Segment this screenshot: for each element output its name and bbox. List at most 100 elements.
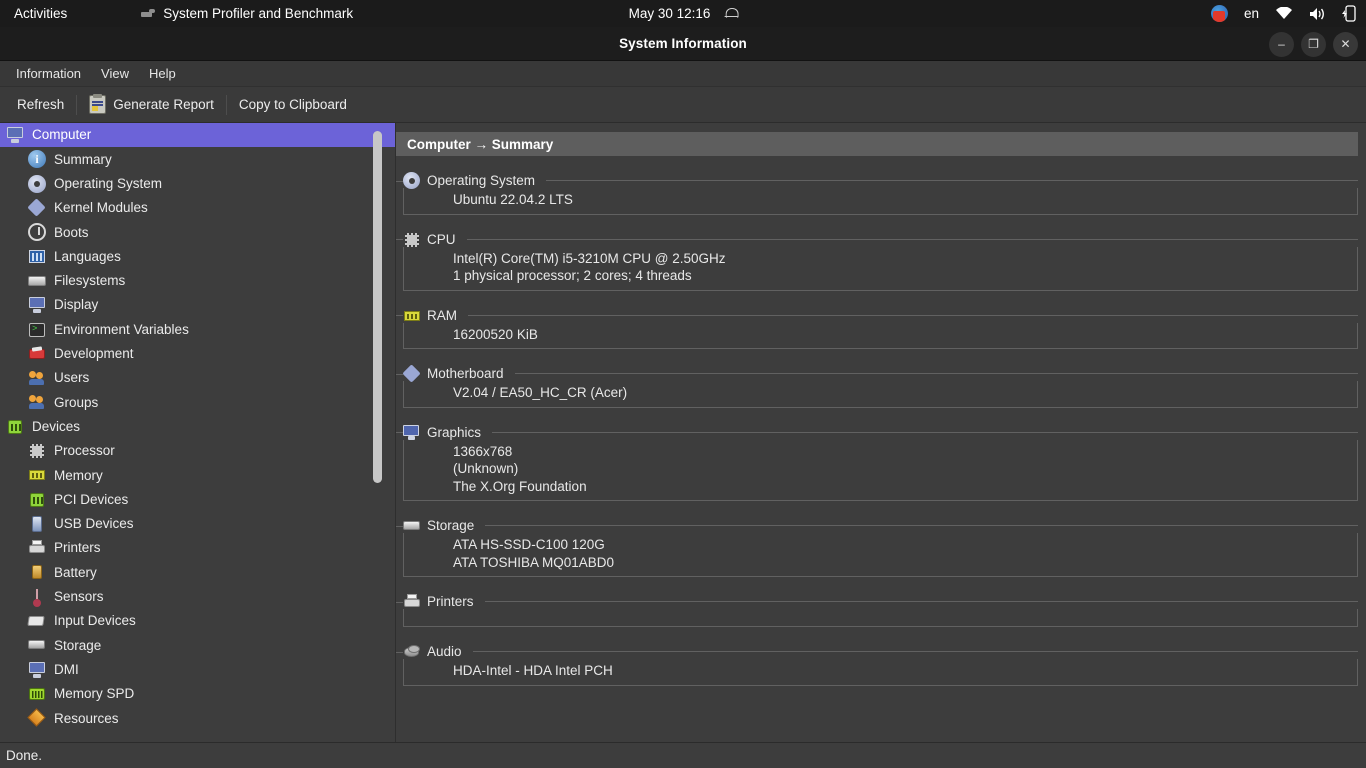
info-group-body: 16200520 KiB: [403, 322, 1358, 349]
sidebar-item-label: Memory SPD: [54, 686, 135, 702]
sidebar-item-sensors[interactable]: Sensors: [0, 585, 395, 609]
info-group: Storage ATA HS-SSD-C100 120G ATA TOSHIBA M…: [396, 517, 1358, 577]
info-group-legend: RAM: [396, 307, 1358, 324]
input-device-icon: [27, 612, 46, 630]
sidebar-item-storage[interactable]: Storage: [0, 633, 395, 657]
sidebar-item-boots[interactable]: Boots: [0, 220, 395, 244]
sidebar-item-devices[interactable]: Devices: [0, 415, 395, 439]
battery-icon: [28, 563, 46, 581]
sidebar-item-label: Sensors: [54, 589, 104, 605]
sidebar-list: Computer Summary Operating System Kernel Mo…: [0, 123, 395, 730]
info-group-title: Operating System: [427, 173, 536, 188]
menu-item-help[interactable]: Help: [141, 63, 184, 84]
sidebar-item-memory-spd[interactable]: Memory SPD: [0, 682, 395, 706]
battery-icon[interactable]: [1342, 5, 1356, 22]
refresh-button[interactable]: Refresh: [8, 93, 73, 116]
active-app-indicator[interactable]: System Profiler and Benchmark: [141, 6, 353, 21]
diamond-icon: [402, 364, 421, 383]
wifi-icon[interactable]: [1275, 6, 1293, 20]
notification-badge-icon[interactable]: [1210, 5, 1228, 22]
generate-report-button[interactable]: Generate Report: [80, 91, 223, 118]
sidebar-item-label: DMI: [54, 661, 79, 677]
terminal-icon: [28, 321, 46, 339]
devices-chip-icon: [6, 418, 24, 436]
menu-item-view[interactable]: View: [93, 63, 137, 84]
copy-to-clipboard-button[interactable]: Copy to Clipboard: [230, 93, 356, 116]
sidebar-item-kernel-modules[interactable]: Kernel Modules: [0, 196, 395, 220]
volume-icon[interactable]: [1309, 7, 1326, 21]
sidebar-item-development[interactable]: Development: [0, 342, 395, 366]
info-group-legend: Operating System: [396, 172, 1358, 189]
maximize-button[interactable]: ❐: [1301, 31, 1326, 57]
sidebar-item-label: Languages: [54, 248, 121, 264]
sidebar-item-memory[interactable]: Memory: [0, 463, 395, 487]
sidebar-item-operating-system[interactable]: Operating System: [0, 172, 395, 196]
sidebar-item-filesystems[interactable]: Filesystems: [0, 269, 395, 293]
sidebar-item-label: Input Devices: [54, 613, 136, 629]
sidebar-item-label: Users: [54, 370, 90, 386]
report-icon: [89, 94, 107, 114]
sidebar-item-summary[interactable]: Summary: [0, 147, 395, 171]
info-line: Intel(R) Core(TM) i5-3210M CPU @ 2.50GHz: [453, 250, 726, 266]
info-group-title: Audio: [427, 644, 462, 659]
info-line: ATA HS-SSD-C100 120G: [453, 537, 605, 552]
gear-icon: [28, 174, 46, 193]
info-group: Motherboard V2.04 / EA50_HC_CR (Acer): [396, 364, 1358, 408]
sidebar-item-input-devices[interactable]: Input Devices: [0, 609, 395, 633]
sensor-icon: [28, 588, 46, 607]
legend-rule: [466, 238, 1358, 240]
info-icon: [28, 150, 46, 169]
sidebar-item-printers[interactable]: Printers: [0, 536, 395, 560]
info-group-legend: CPU: [396, 231, 1358, 248]
sidebar-item-label: USB Devices: [54, 516, 134, 532]
info-group-title: Storage: [427, 518, 475, 533]
sidebar-item-usb-devices[interactable]: USB Devices: [0, 512, 395, 536]
sidebar-item-processor[interactable]: Processor: [0, 439, 395, 463]
audio-icon: [403, 643, 420, 660]
legend-rule: [472, 651, 1358, 652]
bell-icon: [724, 7, 739, 21]
sidebar-item-dmi[interactable]: DMI: [0, 658, 395, 682]
sidebar-item-label: Storage: [54, 637, 102, 653]
sidebar-item-label: Kernel Modules: [54, 200, 148, 216]
info-group-body: HDA-Intel - HDA Intel PCH: [403, 659, 1358, 686]
system-tray: en: [1210, 0, 1356, 27]
window-title: System Information: [619, 36, 747, 51]
sidebar-item-users[interactable]: Users: [0, 366, 395, 390]
sidebar-item-languages[interactable]: Languages: [0, 244, 395, 268]
toolbar: Refresh Generate Report Copy to Clipboar…: [0, 87, 1366, 123]
menu-item-information[interactable]: Information: [8, 63, 89, 84]
sidebar-item-environment-variables[interactable]: Environment Variables: [0, 317, 395, 341]
legend-rule: [484, 601, 1358, 602]
legend-rule: [492, 431, 1358, 433]
sidebar-item-display[interactable]: Display: [0, 293, 395, 317]
info-line: 16200520 KiB: [453, 326, 538, 342]
generate-report-label: Generate Report: [113, 97, 214, 112]
monitor-icon: [28, 661, 46, 679]
sidebar-item-battery[interactable]: Battery: [0, 560, 395, 584]
sidebar-scrollbar-thumb[interactable]: [373, 131, 382, 483]
sidebar-item-pci-devices[interactable]: PCI Devices: [0, 487, 395, 511]
language-icon: [28, 248, 46, 266]
sidebar-item-label: Summary: [54, 151, 112, 167]
toolbar-separator: [225, 94, 227, 115]
sidebar-item-groups[interactable]: Groups: [0, 390, 395, 414]
power-icon: [28, 223, 46, 242]
navigation-sidebar[interactable]: Computer Summary Operating System Kernel Mo…: [0, 123, 396, 742]
window-body: Computer Summary Operating System Kernel Mo…: [0, 123, 1366, 742]
sidebar-item-resources[interactable]: Resources: [0, 706, 395, 730]
legend-rule: [468, 314, 1358, 316]
close-button[interactable]: ✕: [1333, 31, 1358, 57]
clock-menu[interactable]: May 30 12:16: [629, 6, 739, 21]
info-group-body: 1366x768 (Unknown) The X.Org Foundation: [403, 439, 1358, 501]
activities-button[interactable]: Activities: [14, 6, 67, 21]
memory-icon: [403, 307, 420, 324]
keyboard-layout-indicator[interactable]: en: [1244, 6, 1259, 21]
sidebar-item-label: Display: [54, 297, 99, 313]
sidebar-item-computer[interactable]: Computer: [0, 123, 395, 148]
info-line: V2.04 / EA50_HC_CR (Acer): [453, 385, 628, 400]
minimize-button[interactable]: –: [1269, 31, 1294, 57]
printer-icon: [28, 539, 46, 557]
active-app-label: System Profiler and Benchmark: [163, 6, 354, 21]
sidebar-item-label: Printers: [54, 540, 101, 556]
